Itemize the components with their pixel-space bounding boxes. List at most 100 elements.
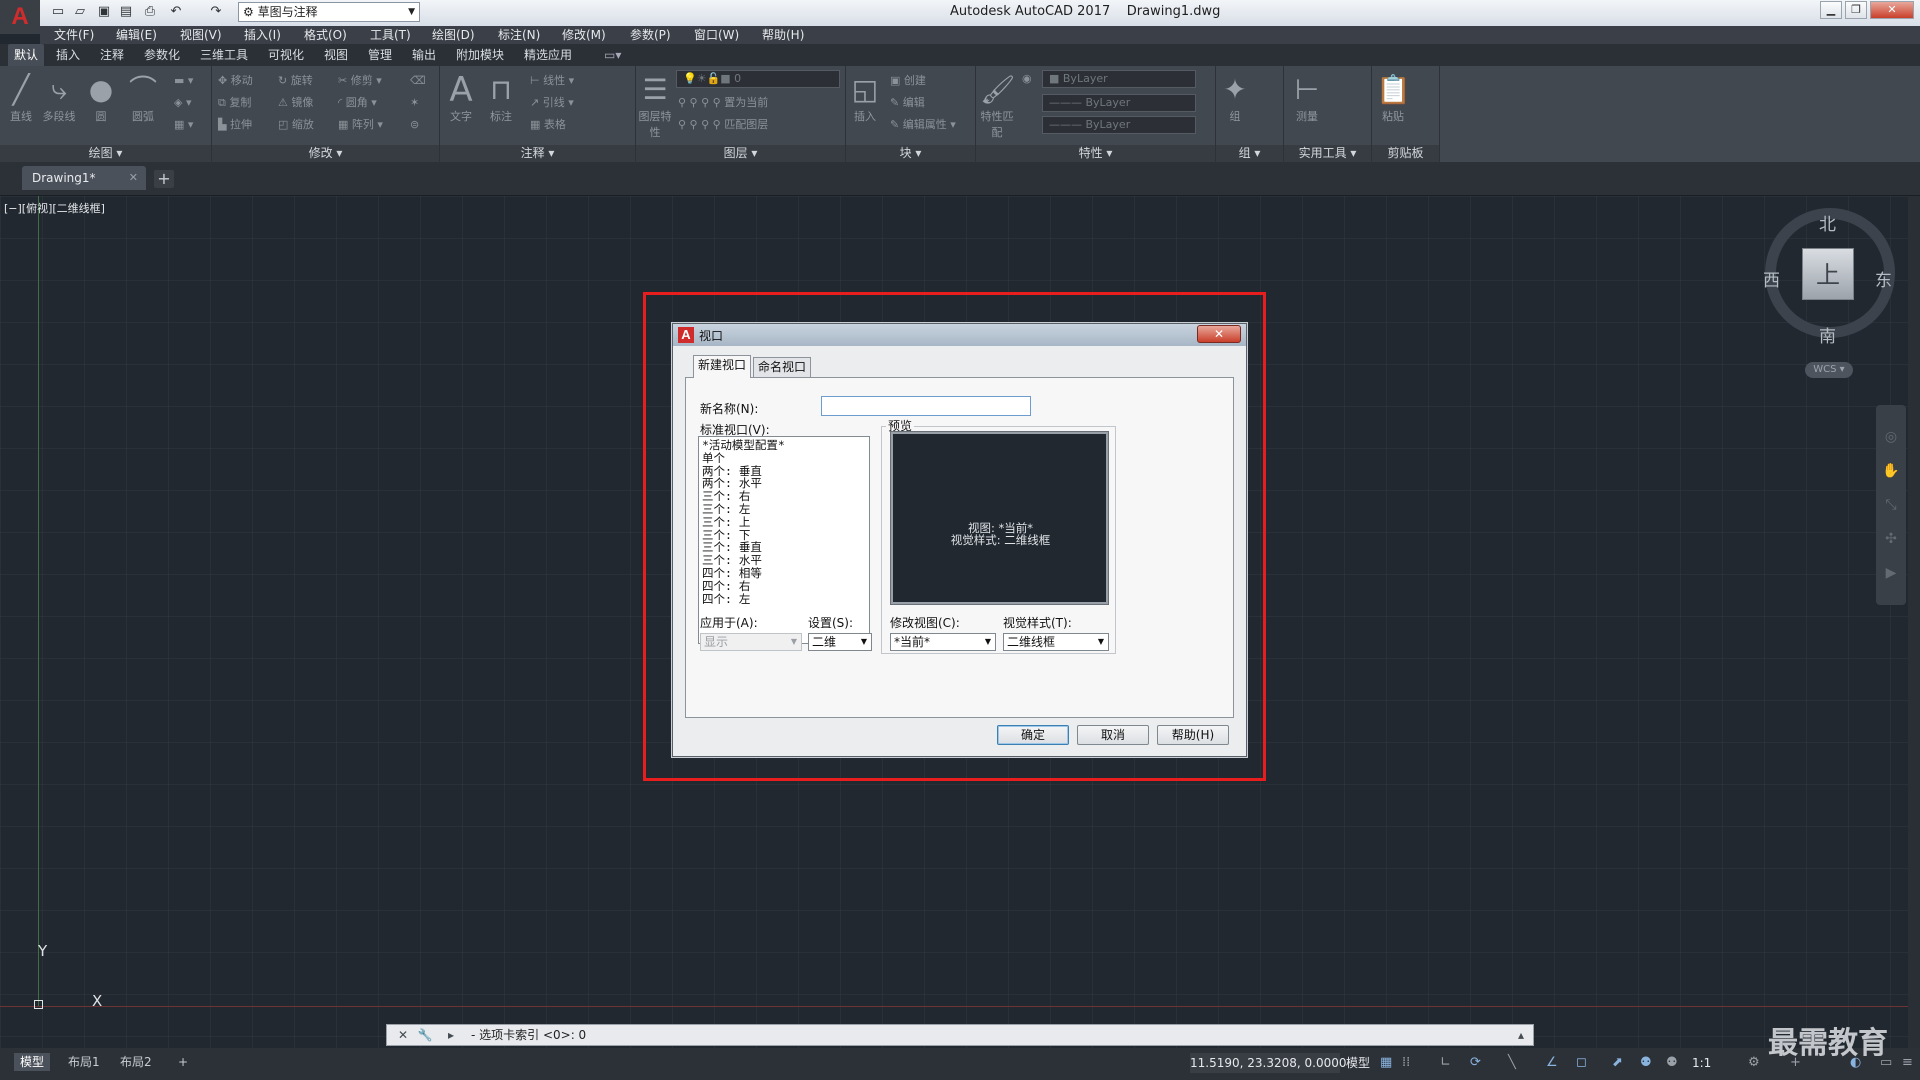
hatch-icon[interactable]: ◈ ▾ <box>174 94 191 112</box>
document-tab[interactable]: Drawing1* ✕ <box>22 166 146 190</box>
dimension-button[interactable]: ⊓ 标注 <box>484 72 518 124</box>
linear-dim-button[interactable]: ⊢ 线性 ▾ <box>530 72 574 90</box>
showmotion-icon[interactable]: ▶ <box>1882 565 1900 583</box>
standard-viewports-list[interactable]: *活动模型配置* 单个 两个: 垂直 两个: 水平 三个: 右 三个: 左 三个… <box>698 436 870 644</box>
move-button[interactable]: ✥ 移动 <box>218 72 253 90</box>
open-folder-icon[interactable]: ▱ <box>72 4 88 20</box>
print-icon[interactable]: ⎙ <box>142 4 158 20</box>
viewport-controls-label[interactable]: [−][俯视][二维线框] <box>4 200 105 216</box>
tab-output[interactable]: 输出 <box>412 44 436 66</box>
insert-block-button[interactable]: ◱ 插入 <box>848 72 882 124</box>
match-layer-button[interactable]: ⚲ ⚲ ⚲ ⚲ 匹配图层 <box>678 116 768 134</box>
rectangle-icon[interactable]: ▬ ▾ <box>174 72 193 90</box>
minimize-button[interactable]: ▁ <box>1820 1 1842 19</box>
command-text[interactable]: - 选项卡索引 <0>: 0 <box>471 1025 586 1045</box>
tab-annotate[interactable]: 注释 <box>100 44 124 66</box>
list-item[interactable]: 三个: 左 <box>702 503 866 516</box>
new-name-input[interactable] <box>821 396 1031 416</box>
linetype-select[interactable]: ——— ByLayer <box>1042 94 1196 112</box>
isodraft-icon[interactable]: ╲ <box>1508 1053 1516 1073</box>
line-button[interactable]: ╱ 直线 <box>4 72 38 124</box>
visual-style-select[interactable]: 二维线框 ▼ <box>1003 633 1109 651</box>
autoscale-icon[interactable]: ⚉ <box>1640 1053 1652 1073</box>
menu-help[interactable]: 帮助(H) <box>762 26 804 44</box>
preview-area[interactable]: 视图: *当前* 视觉样式: 二维线框 <box>890 431 1109 605</box>
compass-north[interactable]: 北 <box>1819 210 1836 235</box>
close-window-button[interactable]: ✕ <box>1870 1 1914 19</box>
table-button[interactable]: ▦ 表格 <box>530 116 566 134</box>
chevron-up-icon[interactable]: ▴ <box>1513 1027 1529 1043</box>
panel-block-title[interactable]: 块 ▾ <box>846 145 975 162</box>
layer-properties-button[interactable]: ☰ 图层特性 <box>638 72 672 139</box>
panel-layers-title[interactable]: 图层 ▾ <box>636 145 845 162</box>
compass-south[interactable]: 南 <box>1819 322 1836 347</box>
text-button[interactable]: A 文字 <box>444 72 478 124</box>
menu-file[interactable]: 文件(F) <box>54 26 94 44</box>
list-item[interactable]: 三个: 上 <box>702 515 866 529</box>
workspace-select[interactable]: ⚙ 草图与注释 ▼ <box>238 2 420 22</box>
compass-west[interactable]: 西 <box>1763 266 1780 291</box>
paste-button[interactable]: 📋 粘贴 <box>1376 72 1411 124</box>
panel-modify-title[interactable]: 修改 ▾ <box>212 145 439 162</box>
mirror-button[interactable]: ⚠ 镜像 <box>278 94 313 112</box>
tab-default[interactable]: 默认 <box>8 44 45 66</box>
application-menu-button[interactable]: A <box>0 0 40 34</box>
setup-select[interactable]: 二维 ▼ <box>808 633 872 651</box>
close-icon[interactable]: ✕ <box>129 166 138 190</box>
panel-draw-title[interactable]: 绘图 ▾ <box>0 145 211 162</box>
trim-button[interactable]: ✂ 修剪 ▾ <box>338 72 382 90</box>
model-space-toggle[interactable]: 模型 <box>1346 1053 1370 1073</box>
panel-annotation-title[interactable]: 注释 ▾ <box>440 145 635 162</box>
tab-manage[interactable]: 管理 <box>368 44 392 66</box>
panel-clipboard-title[interactable]: 剪贴板 <box>1372 145 1439 162</box>
annotation-scale-icon[interactable]: ⚉ <box>1666 1053 1678 1073</box>
close-icon[interactable]: ✕ <box>395 1027 411 1043</box>
measure-button[interactable]: ⊢ 测量 <box>1290 72 1324 124</box>
zoom-extents-icon[interactable]: ⤡ <box>1882 497 1900 515</box>
grid-icon[interactable]: ▦ <box>1380 1053 1392 1073</box>
leader-button[interactable]: ↗ 引线 ▾ <box>530 94 574 112</box>
tab-addins[interactable]: 附加模块 <box>456 44 504 66</box>
group-button[interactable]: ✦ 组 <box>1218 72 1252 124</box>
tab-visualize[interactable]: 可视化 <box>268 44 304 66</box>
tab-featured-apps[interactable]: 精选应用 <box>524 44 572 66</box>
menu-insert[interactable]: 插入(I) <box>244 26 281 44</box>
polyline-button[interactable]: ⤷ 多段线 <box>42 72 76 124</box>
ok-button[interactable]: 确定 <box>997 725 1069 745</box>
stretch-button[interactable]: ▙ 拉伸 <box>218 116 252 134</box>
command-line[interactable]: ✕ 🔧 ▸ - 选项卡索引 <0>: 0 ▴ <box>386 1024 1534 1046</box>
tab-named-viewports[interactable]: 命名视口 <box>753 357 812 377</box>
list-item[interactable]: *活动模型配置* <box>702 439 866 452</box>
compass-east[interactable]: 东 <box>1875 266 1892 291</box>
maximize-button[interactable]: ❐ <box>1845 1 1867 19</box>
cancel-button[interactable]: 取消 <box>1077 725 1149 745</box>
snap-icon[interactable]: ⁞⁞ <box>1402 1053 1410 1073</box>
new-document-button[interactable]: + <box>154 170 174 188</box>
steering-wheel-icon[interactable]: ◎ <box>1882 429 1900 447</box>
offset-icon[interactable]: ⊜ <box>410 116 419 134</box>
orbit-icon[interactable]: ✣ <box>1882 531 1900 549</box>
menu-view[interactable]: 视图(V) <box>180 26 222 44</box>
menu-format[interactable]: 格式(O) <box>304 26 347 44</box>
add-layout-button[interactable]: + <box>172 1053 194 1071</box>
menu-modify[interactable]: 修改(M) <box>562 26 606 44</box>
coordinates-readout[interactable]: 11.5190, 23.3208, 0.0000 <box>1190 1053 1347 1073</box>
new-file-icon[interactable]: ▭ <box>50 4 66 20</box>
panel-properties-title[interactable]: 特性 ▾ <box>976 145 1215 162</box>
create-block-button[interactable]: ▣ 创建 <box>890 72 926 90</box>
tab-3d-tools[interactable]: 三维工具 <box>200 44 248 66</box>
color-select[interactable]: ■ ByLayer <box>1042 70 1196 88</box>
array-button[interactable]: ▦ 阵列 ▾ <box>338 116 383 134</box>
list-item[interactable]: 四个: 左 <box>702 592 866 606</box>
tab-layout1[interactable]: 布局1 <box>62 1053 106 1071</box>
wcs-menu[interactable]: WCS ▾ <box>1805 362 1853 378</box>
change-view-select[interactable]: *当前* ▼ <box>890 633 996 651</box>
circle-button[interactable]: ● 圆 <box>84 72 118 124</box>
undo-icon[interactable]: ↶ <box>168 4 184 20</box>
menu-edit[interactable]: 编辑(E) <box>116 26 157 44</box>
menu-parametric[interactable]: 参数(P) <box>630 26 671 44</box>
edit-block-button[interactable]: ✎ 编辑 <box>890 94 925 112</box>
camera-icon[interactable]: ▭▾ <box>604 44 621 66</box>
wrench-icon[interactable]: 🔧 <box>417 1027 433 1043</box>
tab-layout2[interactable]: 布局2 <box>114 1053 158 1071</box>
